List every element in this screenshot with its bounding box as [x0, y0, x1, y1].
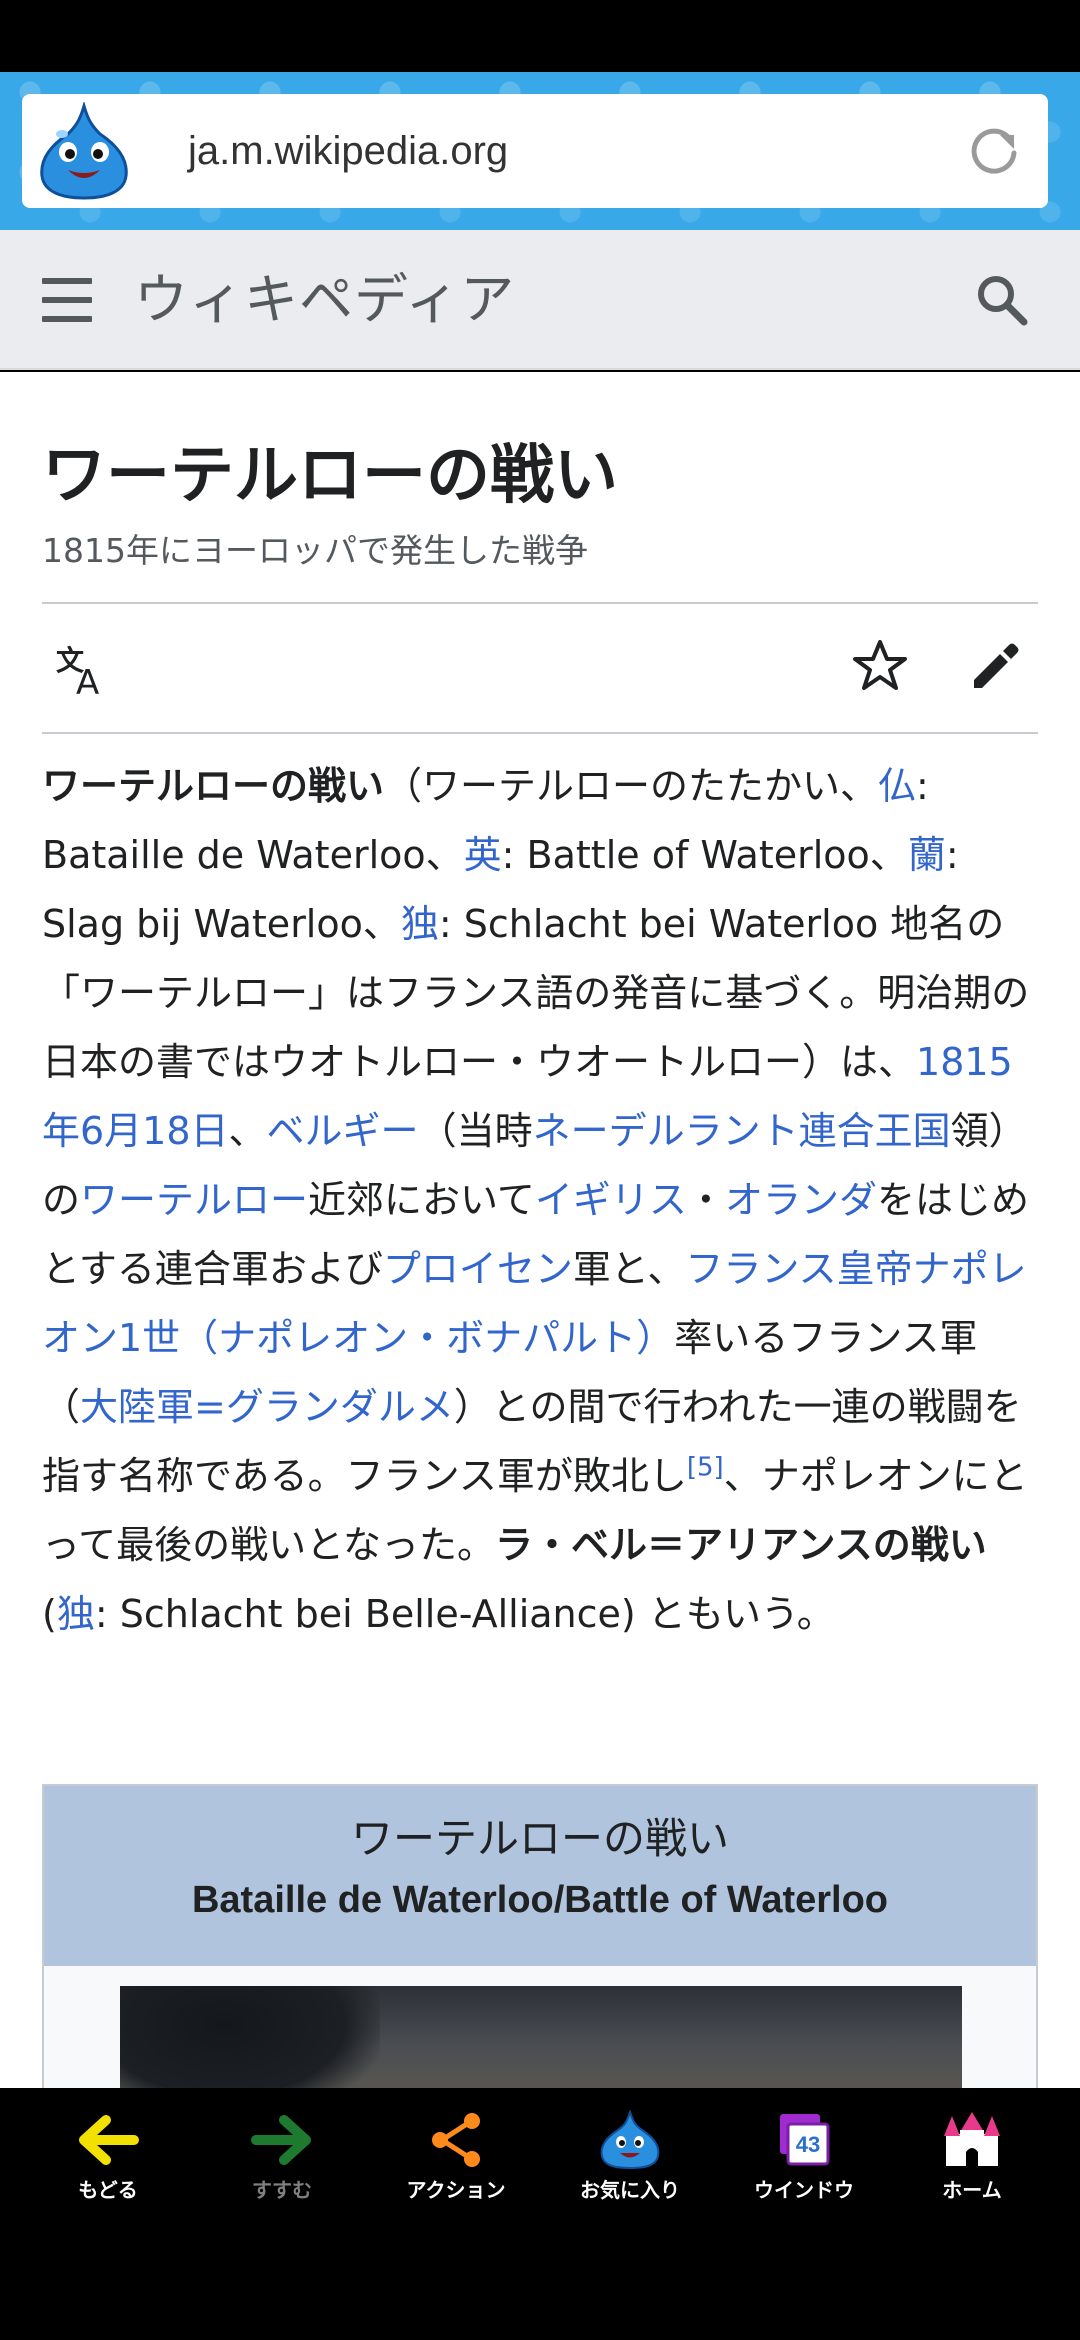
back-arrow-icon — [79, 2115, 139, 2165]
divider — [42, 602, 1038, 604]
favorites-button[interactable]: お気に入り — [543, 2088, 717, 2208]
link-waterloo[interactable]: ワーテルロー — [80, 1178, 308, 1222]
forward-button[interactable]: すすむ — [195, 2088, 369, 2208]
link-belgium[interactable]: ベルギー — [267, 1109, 419, 1153]
text: （当時 — [418, 1109, 533, 1153]
link-dutch[interactable]: 蘭 — [908, 833, 946, 877]
text: : Schlacht bei Belle-Alliance) ともいう。 — [94, 1592, 835, 1636]
link-french[interactable]: 仏 — [878, 764, 916, 808]
action-button[interactable]: アクション — [369, 2088, 543, 2208]
link-grande-armee[interactable]: 大陸軍=グランダルメ — [80, 1385, 454, 1429]
divider — [42, 732, 1038, 734]
infobox: ワーテルローの戦い Bataille de Waterloo/Battle of… — [42, 1784, 1038, 2088]
hamburger-menu-icon[interactable] — [42, 278, 92, 322]
window-icon: 43 — [780, 2114, 830, 2166]
edit-pencil-icon[interactable] — [968, 640, 1022, 694]
link-britain[interactable]: イギリス — [535, 1178, 687, 1222]
link-german[interactable]: 独 — [57, 1592, 95, 1636]
wikipedia-wordmark[interactable]: ウィキペディア — [134, 230, 515, 370]
window-label: ウインドウ — [754, 2178, 854, 2202]
infobox-header: ワーテルローの戦い Bataille de Waterloo/Battle of… — [44, 1786, 1036, 1966]
window-count-badge: 43 — [796, 2132, 820, 2157]
text: 近郊において — [308, 1178, 535, 1222]
status-bar — [0, 0, 1080, 72]
battle-painting-image[interactable] — [120, 1986, 962, 2088]
text: 軍と、 — [572, 1247, 686, 1291]
back-button[interactable]: もどる — [21, 2088, 195, 2208]
svg-text:A: A — [76, 663, 99, 698]
favorites-label: お気に入り — [580, 2178, 680, 2202]
address-bar[interactable]: ja.m.wikipedia.org — [22, 94, 1048, 208]
article-body: ワーテルローの戦い（ワーテルローのたたかい、仏: Bataille de Wat… — [42, 752, 1040, 1649]
link-german[interactable]: 独 — [401, 902, 439, 946]
slime-icon[interactable] — [34, 102, 134, 200]
url-text[interactable]: ja.m.wikipedia.org — [188, 94, 508, 208]
home-label: ホーム — [942, 2178, 1002, 2202]
back-label: もどる — [78, 2178, 138, 2202]
action-label: アクション — [406, 2178, 506, 2202]
article-page: ワーテルローの戦い 1815年にヨーロッパで発生した戦争 文 A ワーテルローの… — [0, 372, 1080, 2088]
reference-link[interactable]: [5] — [687, 1452, 724, 1482]
window-button[interactable]: 43 ウインドウ — [717, 2088, 891, 2208]
bold-term: ワーテルローの戦い — [42, 764, 385, 808]
bold-term: ラ・ベル＝アリアンスの戦い — [494, 1523, 987, 1567]
watch-star-icon[interactable] — [852, 638, 908, 694]
forward-label: すすむ — [252, 2178, 312, 2202]
link-english[interactable]: 英 — [464, 833, 502, 877]
text: : Battle of Waterloo、 — [501, 833, 908, 877]
browser-bottom-toolbar: もどる すすむ アクション お気に入り 43 ウインドウ ホーム — [0, 2088, 1080, 2340]
home-button[interactable]: ホーム — [885, 2088, 1059, 2208]
text: （ワーテルローのたたかい、 — [384, 764, 879, 808]
link-netherlands[interactable]: ネーデルラント連合王国 — [533, 1109, 951, 1153]
page-subtitle: 1815年にヨーロッパで発生した戦争 — [42, 531, 588, 570]
reload-icon[interactable] — [966, 123, 1022, 179]
link-prussia[interactable]: プロイセン — [383, 1247, 573, 1291]
search-icon[interactable] — [974, 272, 1030, 328]
language-icon[interactable]: 文 A — [56, 642, 112, 698]
page-title: ワーテルローの戦い — [42, 438, 618, 513]
infobox-subtitle: Bataille de Waterloo/Battle of Waterloo — [191, 1879, 889, 1921]
text: 、 — [228, 1109, 267, 1153]
castle-home-icon — [944, 2112, 1000, 2166]
text: ・ — [686, 1178, 725, 1222]
forward-arrow-icon — [251, 2115, 311, 2165]
text: ( — [42, 1592, 57, 1636]
wiki-header: ウィキペディア — [0, 230, 1080, 370]
slime-favorite-icon — [600, 2110, 660, 2170]
share-icon — [432, 2113, 480, 2167]
browser-toolbar: ja.m.wikipedia.org — [0, 72, 1080, 230]
link-holland[interactable]: オランダ — [725, 1178, 877, 1222]
infobox-title: ワーテルローの戦い — [350, 1814, 729, 1863]
